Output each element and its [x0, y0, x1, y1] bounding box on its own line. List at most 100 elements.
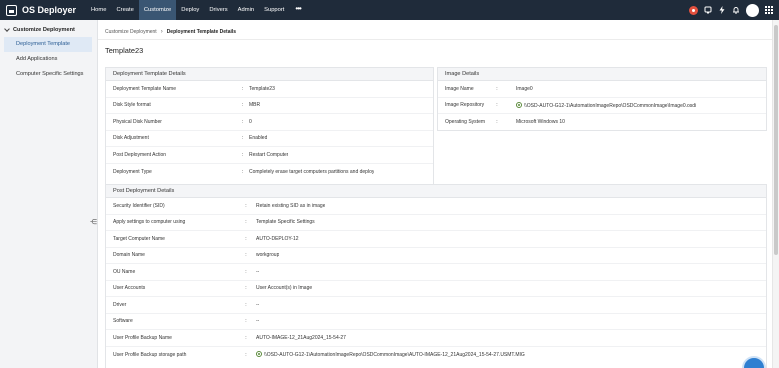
sidebar-item-deployment-template[interactable]: Deployment Template — [4, 37, 92, 52]
detail-separator: : — [245, 301, 247, 308]
detail-label: Software — [113, 318, 133, 325]
network-share-icon — [516, 101, 522, 108]
detail-separator: : — [241, 151, 244, 158]
detail-row: Domain Name: workgroup — [106, 248, 766, 264]
panel-title: Deployment Template Details — [106, 68, 433, 81]
nav-customize[interactable]: Customize — [138, 0, 177, 20]
notifications-icon[interactable] — [704, 6, 712, 14]
detail-label: Deployment Template Name — [113, 85, 176, 92]
detail-value: MBR — [249, 102, 261, 109]
detail-value: -- — [256, 318, 260, 325]
detail-label: Target Computer Name — [113, 235, 165, 242]
more-menu-icon[interactable]: ••• — [289, 0, 306, 20]
app-title: OS Deployer — [22, 5, 77, 15]
top-navigation-bar: OS Deployer Home Create Customize Deploy… — [0, 0, 779, 20]
detail-label: Disk Style format — [113, 102, 151, 109]
detail-separator: : — [245, 285, 247, 292]
detail-label: Apply settings to computer using — [113, 219, 186, 226]
detail-separator: : — [245, 268, 247, 275]
detail-row: Disk Adjustment: Enabled — [106, 131, 433, 147]
detail-separator: : — [245, 318, 247, 325]
detail-label: User Profile Backup storage path — [113, 351, 187, 358]
breadcrumb-current: Deployment Template Details — [166, 29, 237, 35]
detail-value: AUTO-IMAGE-12_21Aug2024_15-54-27 — [256, 334, 346, 341]
detail-separator: : — [245, 235, 247, 242]
detail-value: Restart Computer — [249, 151, 289, 158]
main-nav: Home Create Customize Deploy Drivers Adm… — [86, 0, 307, 20]
chevron-down-icon — [4, 26, 10, 32]
scrollbar-thumb[interactable] — [774, 25, 778, 255]
app-launcher-icon[interactable] — [765, 6, 773, 14]
alert-icon[interactable] — [689, 5, 698, 15]
detail-separator: : — [241, 85, 244, 92]
nav-drivers[interactable]: Drivers — [204, 0, 232, 20]
nav-create[interactable]: Create — [111, 0, 138, 20]
detail-value: Retain existing SID as in image — [256, 202, 326, 209]
nav-admin[interactable]: Admin — [233, 0, 259, 20]
detail-row: OU Name: -- — [106, 264, 766, 281]
sidebar: Customize Deployment Deployment Template… — [0, 20, 98, 368]
detail-label: Driver — [113, 301, 127, 308]
detail-row: Deployment Type: Completely erase target … — [106, 164, 433, 181]
nav-deploy[interactable]: Deploy — [176, 0, 204, 20]
detail-separator: : — [496, 85, 498, 92]
detail-separator: : — [245, 202, 247, 209]
detail-label: Deployment Type — [113, 168, 152, 175]
detail-separator: : — [241, 118, 244, 125]
detail-value: Template Specific Settings — [256, 219, 315, 226]
page-title: Template23 — [105, 46, 144, 55]
detail-separator: : — [241, 135, 244, 142]
detail-value: 0 — [249, 118, 252, 125]
panel-title: Image Details — [438, 68, 766, 81]
bell-icon[interactable] — [732, 6, 740, 14]
sidebar-item-computer-specific-settings[interactable]: Computer Specific Settings — [4, 67, 92, 82]
detail-label: User Profile Backup Name — [113, 334, 172, 341]
detail-row: Operating System: Microsoft Windows 10 — [438, 114, 766, 131]
detail-row: Driver: -- — [106, 297, 766, 314]
detail-value[interactable]: \\OSD-AUTO-G12-1\AutomationImageRepo\OSD… — [524, 103, 696, 109]
detail-separator: : — [245, 252, 247, 259]
panel-title: Post Deployment Details — [106, 185, 766, 198]
detail-row: User Profile Backup storage path: \\OSD-A… — [106, 347, 766, 364]
detail-label: Image Repository — [445, 102, 485, 109]
detail-label: OU Name — [113, 268, 136, 275]
divider — [98, 39, 772, 40]
detail-label: Domain Name — [113, 252, 145, 259]
detail-label: Physical Disk Number — [113, 118, 162, 125]
page-scrollbar[interactable] — [772, 20, 779, 368]
detail-separator: : — [496, 102, 498, 109]
deployment-template-details-panel: Deployment Template Details Deployment T… — [105, 67, 434, 200]
detail-separator: : — [245, 334, 247, 341]
user-avatar[interactable] — [746, 3, 759, 17]
detail-row: Target Computer Name: AUTO-DEPLOY-12 — [106, 231, 766, 248]
detail-row: Software: -- — [106, 314, 766, 330]
detail-value: AUTO-DEPLOY-12 — [256, 235, 299, 242]
detail-value: -- — [256, 301, 260, 308]
app-logo[interactable]: OS Deployer — [0, 0, 86, 20]
detail-value-with-icon: \\OSD-AUTO-G12-1\AutomationImageRepo\OSD… — [516, 101, 696, 109]
detail-value: Microsoft Windows 10 — [516, 119, 565, 126]
collapse-sidebar-icon[interactable]: ⋲ — [90, 218, 97, 226]
network-share-icon — [256, 351, 262, 358]
detail-row: User Profile Backup Name: AUTO-IMAGE-12_2… — [106, 330, 766, 347]
nav-home[interactable]: Home — [86, 0, 111, 20]
detail-label: Operating System — [445, 119, 486, 126]
detail-row: Image Name: Image0 — [438, 81, 766, 98]
bolt-icon[interactable] — [718, 6, 726, 14]
detail-row: Deployment Template Name: Template23 — [106, 81, 433, 98]
detail-value-with-icon: \\OSD-AUTO-G12-1\AutomationImageRepo\OSD… — [256, 351, 525, 358]
detail-row: User Accounts: User Account(s) in Image — [106, 281, 766, 297]
sidebar-section-customize-deployment[interactable]: Customize Deployment — [0, 20, 97, 33]
sidebar-item-add-applications[interactable]: Add Applications — [4, 52, 92, 67]
detail-label: Security Identifier (SID) — [113, 202, 165, 209]
detail-value: workgroup — [256, 252, 280, 259]
detail-row: Post Deployment Action: Restart Computer — [106, 147, 433, 164]
detail-value: User Account(s) in Image — [256, 285, 313, 292]
detail-value[interactable]: \\OSD-AUTO-G12-1\AutomationImageRepo\OSD… — [264, 352, 525, 358]
detail-separator: : — [241, 168, 244, 175]
detail-value: Image0 — [516, 85, 533, 92]
breadcrumb-parent[interactable]: Customize Deployment — [105, 29, 157, 35]
detail-value: -- — [256, 268, 260, 275]
detail-row: Disk Style format: MBR — [106, 98, 433, 114]
nav-support[interactable]: Support — [259, 0, 289, 20]
